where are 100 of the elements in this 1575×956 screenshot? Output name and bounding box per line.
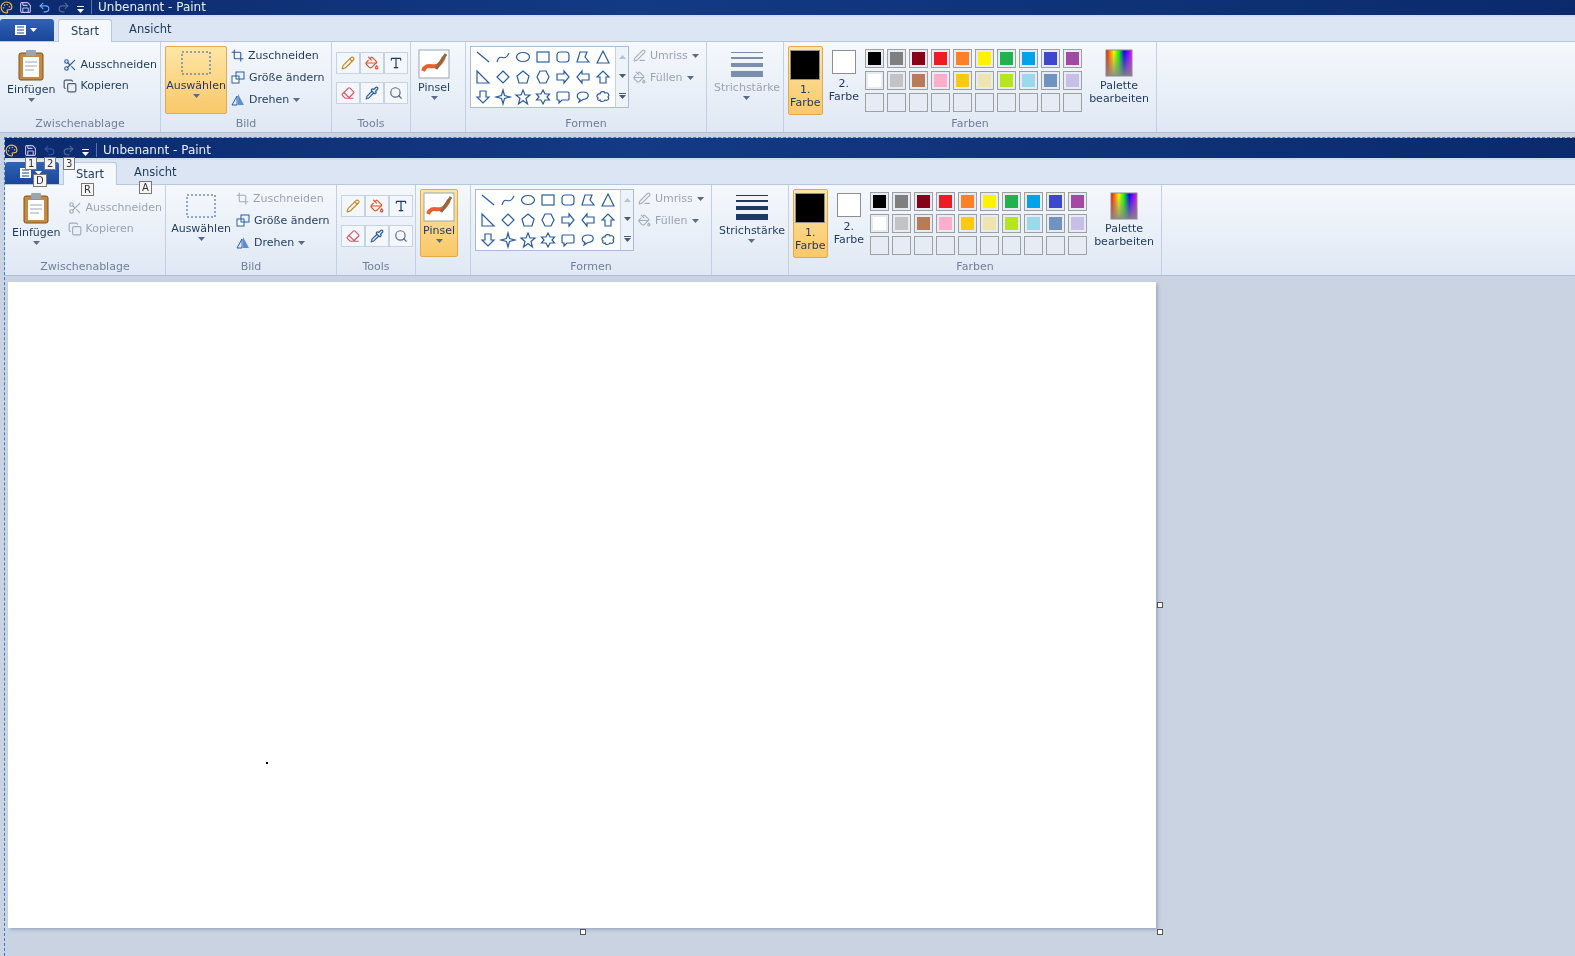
palette-color[interactable] bbox=[1046, 214, 1066, 233]
palette-color[interactable] bbox=[1041, 71, 1061, 90]
palette-color[interactable] bbox=[1002, 192, 1022, 211]
save-icon[interactable] bbox=[19, 1, 32, 14]
palette-color[interactable] bbox=[892, 192, 912, 211]
ribbon-tab[interactable]: Ansicht bbox=[116, 17, 185, 41]
palette-color[interactable] bbox=[953, 71, 973, 90]
paste-button[interactable]: Einfügen bbox=[9, 189, 64, 257]
resize-button[interactable]: Größe ändern bbox=[236, 211, 330, 230]
select-button[interactable]: Auswählen bbox=[170, 189, 232, 257]
empty-color-slot[interactable] bbox=[865, 93, 885, 112]
right-triangle-icon[interactable] bbox=[473, 67, 493, 87]
text-tool[interactable] bbox=[389, 195, 413, 217]
cut-button[interactable]: Ausschneiden bbox=[62, 55, 158, 74]
empty-color-slot[interactable] bbox=[980, 236, 1000, 255]
stroke-size-button[interactable]: Strichstärke bbox=[716, 189, 788, 257]
paste-button[interactable]: Einfügen bbox=[4, 46, 59, 114]
empty-color-slot[interactable] bbox=[1041, 93, 1061, 112]
empty-color-slot[interactable] bbox=[1068, 236, 1088, 255]
brush-button[interactable]: Pinsel bbox=[415, 46, 453, 114]
palette-color[interactable] bbox=[997, 49, 1017, 68]
shapes-gallery[interactable] bbox=[475, 189, 634, 251]
palette-color[interactable] bbox=[1046, 192, 1066, 211]
right-triangle-icon[interactable] bbox=[478, 210, 498, 230]
palette-color[interactable] bbox=[980, 192, 1000, 211]
scroll-down-icon[interactable] bbox=[623, 217, 631, 221]
color-slot-button[interactable]: 2. Farbe bbox=[826, 46, 862, 115]
shapes-gallery[interactable] bbox=[470, 46, 629, 108]
empty-color-slot[interactable] bbox=[1019, 93, 1039, 112]
save-icon[interactable] bbox=[24, 144, 37, 157]
palette-color[interactable] bbox=[997, 71, 1017, 90]
palette-color[interactable] bbox=[1002, 214, 1022, 233]
magnifier-tool[interactable] bbox=[384, 82, 408, 104]
palette-color[interactable] bbox=[1063, 71, 1083, 90]
empty-color-slot[interactable] bbox=[1063, 93, 1083, 112]
palette-color[interactable] bbox=[953, 49, 973, 68]
palette-color[interactable] bbox=[936, 192, 956, 211]
palette-color[interactable] bbox=[865, 49, 885, 68]
five-point-star-icon[interactable] bbox=[518, 230, 538, 250]
palette-color[interactable] bbox=[870, 214, 890, 233]
select-button[interactable]: Auswählen bbox=[165, 46, 227, 114]
four-point-star-icon[interactable] bbox=[498, 230, 518, 250]
empty-color-slot[interactable] bbox=[931, 93, 951, 112]
palette-color[interactable] bbox=[870, 192, 890, 211]
pencil-tool[interactable] bbox=[341, 195, 365, 217]
color-slot-button[interactable]: 2. Farbe bbox=[831, 189, 867, 258]
file-menu-button[interactable] bbox=[0, 19, 54, 41]
crop-button[interactable]: Zuschneiden bbox=[231, 46, 325, 65]
magnifier-tool[interactable] bbox=[389, 225, 413, 247]
palette-color[interactable] bbox=[931, 71, 951, 90]
color-slot-button[interactable]: 1. Farbe bbox=[788, 46, 823, 115]
pencil-tool[interactable] bbox=[336, 52, 360, 74]
palette-color[interactable] bbox=[980, 214, 1000, 233]
palette-color[interactable] bbox=[958, 214, 978, 233]
palette-color[interactable] bbox=[865, 71, 885, 90]
expand-gallery-icon[interactable] bbox=[618, 93, 626, 100]
five-point-star-icon[interactable] bbox=[513, 87, 533, 107]
palette-color[interactable] bbox=[975, 71, 995, 90]
palette-color[interactable] bbox=[1024, 192, 1044, 211]
six-point-star-icon[interactable] bbox=[533, 87, 553, 107]
edit-palette-button[interactable]: Palette bearbeiten bbox=[1086, 46, 1152, 114]
customize-dropdown-icon[interactable] bbox=[81, 149, 90, 157]
palette-color[interactable] bbox=[936, 214, 956, 233]
empty-color-slot[interactable] bbox=[936, 236, 956, 255]
empty-color-slot[interactable] bbox=[887, 93, 907, 112]
palette-color[interactable] bbox=[1019, 49, 1039, 68]
paint-app-icon[interactable] bbox=[0, 1, 13, 14]
four-point-star-icon[interactable] bbox=[493, 87, 513, 107]
palette-color[interactable] bbox=[1068, 214, 1088, 233]
six-point-star-icon[interactable] bbox=[538, 230, 558, 250]
empty-color-slot[interactable] bbox=[909, 93, 929, 112]
palette-color[interactable] bbox=[914, 214, 934, 233]
palette-color[interactable] bbox=[909, 71, 929, 90]
palette-color[interactable] bbox=[914, 192, 934, 211]
palette-color[interactable] bbox=[1063, 49, 1083, 68]
color-picker-tool[interactable] bbox=[365, 225, 389, 247]
expand-gallery-icon[interactable] bbox=[623, 236, 631, 243]
text-tool[interactable] bbox=[384, 52, 408, 74]
empty-color-slot[interactable] bbox=[870, 236, 890, 255]
undo-icon[interactable] bbox=[38, 1, 51, 14]
ribbon-tab[interactable]: Ansicht bbox=[121, 160, 190, 184]
empty-color-slot[interactable] bbox=[953, 93, 973, 112]
palette-color[interactable] bbox=[887, 49, 907, 68]
edit-palette-button[interactable]: Palette bearbeiten bbox=[1091, 189, 1157, 257]
palette-color[interactable] bbox=[892, 214, 912, 233]
empty-color-slot[interactable] bbox=[975, 93, 995, 112]
palette-color[interactable] bbox=[1019, 71, 1039, 90]
resize-handle[interactable] bbox=[1157, 929, 1163, 935]
palette-color[interactable] bbox=[1068, 192, 1088, 211]
empty-color-slot[interactable] bbox=[1002, 236, 1022, 255]
palette-color[interactable] bbox=[975, 49, 995, 68]
customize-dropdown-icon[interactable] bbox=[76, 6, 85, 14]
brush-button[interactable]: Pinsel bbox=[420, 189, 458, 257]
empty-color-slot[interactable] bbox=[892, 236, 912, 255]
resize-handle[interactable] bbox=[1157, 602, 1163, 608]
palette-color[interactable] bbox=[1041, 49, 1061, 68]
eraser-tool[interactable] bbox=[341, 225, 365, 247]
palette-color[interactable] bbox=[887, 71, 907, 90]
rotate-button[interactable]: Drehen bbox=[231, 90, 325, 109]
empty-color-slot[interactable] bbox=[958, 236, 978, 255]
